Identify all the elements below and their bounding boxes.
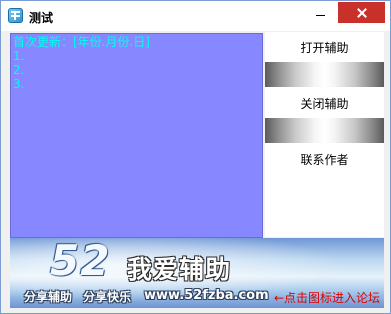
title-bar[interactable]: 测试 — [1, 1, 390, 31]
close-button[interactable] — [338, 2, 385, 23]
announcement-line: 2. — [13, 63, 25, 77]
banner-logo-number: 52 — [50, 238, 111, 285]
banner-footer-mid: 分享快乐 — [83, 290, 132, 304]
minimize-button[interactable] — [313, 7, 327, 21]
app-window: 测试 首次更新：[年份.月份.日] 1. 2. 3. 打开辅助 关闭辅助 联系作… — [0, 0, 391, 314]
forum-banner[interactable]: 52 我爱辅助 分享辅助 分享快乐 www.52fzba.com ←点击图标进入… — [10, 238, 384, 308]
contact-author-button[interactable]: 联系作者 — [265, 144, 384, 174]
banner-footer-left: 分享辅助 — [24, 290, 73, 304]
window-title: 测试 — [29, 11, 54, 25]
separator-bar — [265, 62, 384, 87]
banner-slogan: 我爱辅助 — [127, 255, 232, 284]
announcement-line: 首次更新：[年份.月份.日] — [13, 35, 150, 49]
announcement-area: 首次更新：[年份.月份.日] 1. 2. 3. — [10, 33, 263, 238]
close-assist-button[interactable]: 关闭辅助 — [265, 88, 384, 118]
announcement-line: 3. — [13, 77, 25, 91]
button-panel: 打开辅助 关闭辅助 联系作者 — [265, 32, 384, 237]
forum-link[interactable]: ←点击图标进入论坛 — [274, 289, 380, 306]
app-icon — [8, 8, 23, 23]
open-assist-button[interactable]: 打开辅助 — [265, 32, 384, 62]
separator-bar — [265, 118, 384, 143]
banner-url[interactable]: www.52fzba.com — [144, 288, 269, 303]
announcement-line: 1. — [13, 49, 25, 63]
